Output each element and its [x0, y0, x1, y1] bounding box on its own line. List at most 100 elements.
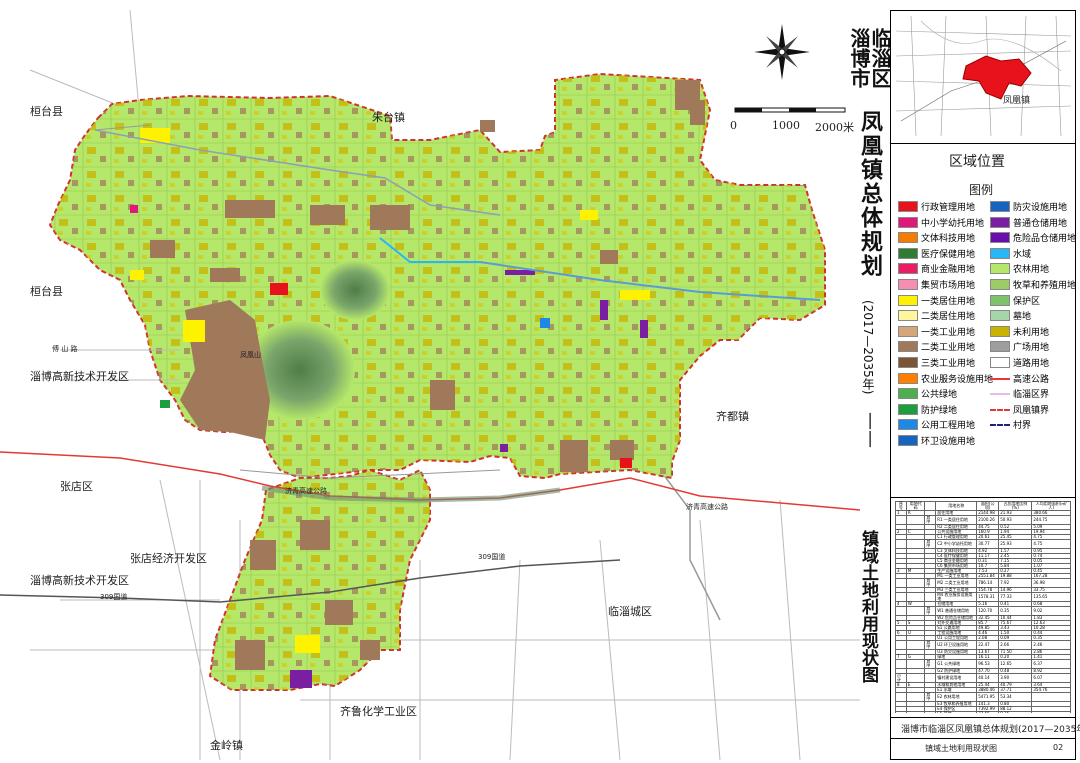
place-label: 凤凰山 — [240, 351, 261, 359]
legend-label: 广场用地 — [1013, 343, 1050, 354]
legend-label: 农林用地 — [1013, 265, 1050, 276]
table-divider — [891, 497, 1075, 498]
legend-swatch-icon — [898, 310, 918, 322]
legend-label: 道路用地 — [1013, 359, 1050, 369]
legend-swatch-icon — [898, 403, 918, 415]
title-dash: —— — [860, 412, 881, 448]
plan-period: (2017—2035年) — [861, 300, 875, 395]
map-label: 临淄城区 — [608, 605, 652, 618]
road-label: 309国道 — [100, 593, 128, 601]
legend-swatch-icon — [898, 372, 918, 384]
legend-swatch-icon — [898, 435, 918, 446]
scale-label: 2000米 — [815, 121, 854, 134]
table-cell: 0.16 — [998, 711, 1033, 713]
stats-table: 序号 用地代码 用地名称 面积(公顷) 占总用地比例(%) 人均用地面积(㎡/人) 1 R 居住… — [895, 501, 1071, 713]
table-cell: 其中 — [924, 578, 937, 588]
table-cell — [905, 515, 926, 525]
legend-label: 一类工业用地 — [921, 327, 976, 338]
legend-item: 村界 — [983, 417, 1075, 435]
footer-divider — [891, 717, 1075, 718]
table-cell — [1031, 692, 1071, 702]
legend-list: 行政管理用地 防灾设施用地 中小学幼托用地 普通仓储用地 文体科技用地 危险品仓储用地 医疗… — [891, 199, 1077, 459]
map-label: 朱台镇 — [372, 111, 405, 124]
legend-label: 中小学幼托用地 — [921, 218, 985, 229]
plan-subtitle: 镇域土地利用现状图 — [858, 530, 878, 683]
legend-swatch-icon — [990, 377, 1010, 380]
legend-label: 二类居住用地 — [921, 312, 976, 323]
table-cell: 77.66 — [976, 711, 1000, 713]
legend-swatch-icon — [990, 408, 1010, 411]
table-cell: 其中 — [924, 692, 937, 702]
legend-swatch-icon — [898, 263, 918, 275]
scale-bar-graphic — [734, 107, 846, 113]
legend-label: 牧草和养殖用地 — [1013, 281, 1077, 291]
location-map — [895, 15, 1072, 137]
road-label: 济青高速公路 — [285, 487, 327, 495]
legend-label: 文体科技用地 — [921, 234, 976, 245]
table-row: E5 墓地77.660.16 — [895, 711, 1071, 713]
table-cell — [895, 606, 907, 616]
legend-swatch-icon — [898, 388, 918, 400]
map-label: 张店经济开发区 — [130, 552, 207, 565]
footer-subtitle: 镇域土地利用现状图 — [925, 744, 997, 753]
table-cell: 其中 — [924, 539, 937, 549]
north-arrow-icon — [754, 24, 810, 80]
legend-label: 墓地 — [1013, 312, 1032, 323]
legend-swatch-icon — [898, 216, 918, 228]
legend-item: 环卫设施用地 — [891, 433, 983, 451]
legend-swatch-icon — [990, 294, 1010, 306]
legend-label: 临淄区界 — [1013, 390, 1050, 401]
map-sheet: 桓台县 朱台镇 桓台县 淄博高新技术开发区 齐都镇 张店区 张店经济开发区 淄博… — [0, 0, 1080, 763]
road-label: 傅 山 路 — [52, 345, 78, 353]
table-header-cell — [924, 501, 937, 511]
footer-title: 淄博市临淄区凤凰镇总体规划(2017—2035年) — [901, 725, 1080, 735]
legend-swatch-icon — [990, 232, 1010, 244]
map-label: 淄博高新技术开发区 — [30, 370, 129, 383]
sheet-number: 02 — [1053, 743, 1064, 752]
city-name: 淄博市 — [847, 28, 871, 88]
legend-label: 商业金融用地 — [921, 265, 976, 276]
legend-swatch-icon — [990, 216, 1010, 228]
legend-label: 村界 — [1013, 421, 1032, 432]
legend-swatch-icon — [990, 424, 1010, 427]
table-cell — [895, 659, 907, 669]
map-label: 张店区 — [60, 480, 93, 493]
road-label: 济青高速公路 — [686, 503, 728, 511]
table-cell — [905, 659, 926, 669]
legend-swatch-icon — [990, 263, 1010, 275]
table-cell: 其中 — [924, 659, 937, 669]
table-cell: 其中 — [924, 606, 937, 616]
legend-label: 高速公路 — [1013, 374, 1050, 385]
legend-label: 水域 — [1013, 249, 1032, 260]
legend-swatch-icon — [990, 325, 1010, 337]
table-cell — [905, 640, 926, 650]
table-cell — [924, 592, 937, 602]
legend-label: 凤凰镇界 — [1013, 405, 1050, 416]
legend-swatch-icon — [898, 232, 918, 244]
legend-label: 二类工业用地 — [921, 343, 976, 354]
legend-label: 环卫设施用地 — [921, 437, 976, 447]
table-cell — [895, 578, 907, 588]
legend-label: 集贸市场用地 — [921, 281, 976, 291]
scale-label: 1000 — [772, 119, 800, 132]
legend-swatch-icon — [898, 357, 918, 368]
table-cell — [924, 711, 937, 713]
hill-area — [320, 260, 390, 320]
location-divider — [891, 143, 1075, 144]
legend-swatch-icon — [990, 279, 1010, 290]
legend-swatch-icon — [990, 201, 1010, 212]
table-cell: 其中 — [924, 640, 937, 650]
legend-label: 行政管理用地 — [921, 203, 976, 213]
legend-swatch-icon — [898, 419, 918, 431]
table-cell — [895, 515, 907, 525]
legend-swatch-icon — [898, 341, 918, 353]
legend-swatch-icon — [898, 294, 918, 306]
table-cell: E5 墓地 — [935, 711, 978, 713]
table-cell — [905, 539, 926, 549]
scale-label: 0 — [730, 119, 737, 132]
table-cell — [924, 673, 937, 683]
legend-swatch-icon — [898, 279, 918, 290]
location-title: 区域位置 — [949, 154, 1005, 170]
legend-swatch-icon — [990, 310, 1010, 322]
land-use-table: 序号 用地代码 用地名称 面积(公顷) 占总用地比例(%) 人均用地面积(㎡/人) 1 R 居住… — [895, 501, 1071, 713]
